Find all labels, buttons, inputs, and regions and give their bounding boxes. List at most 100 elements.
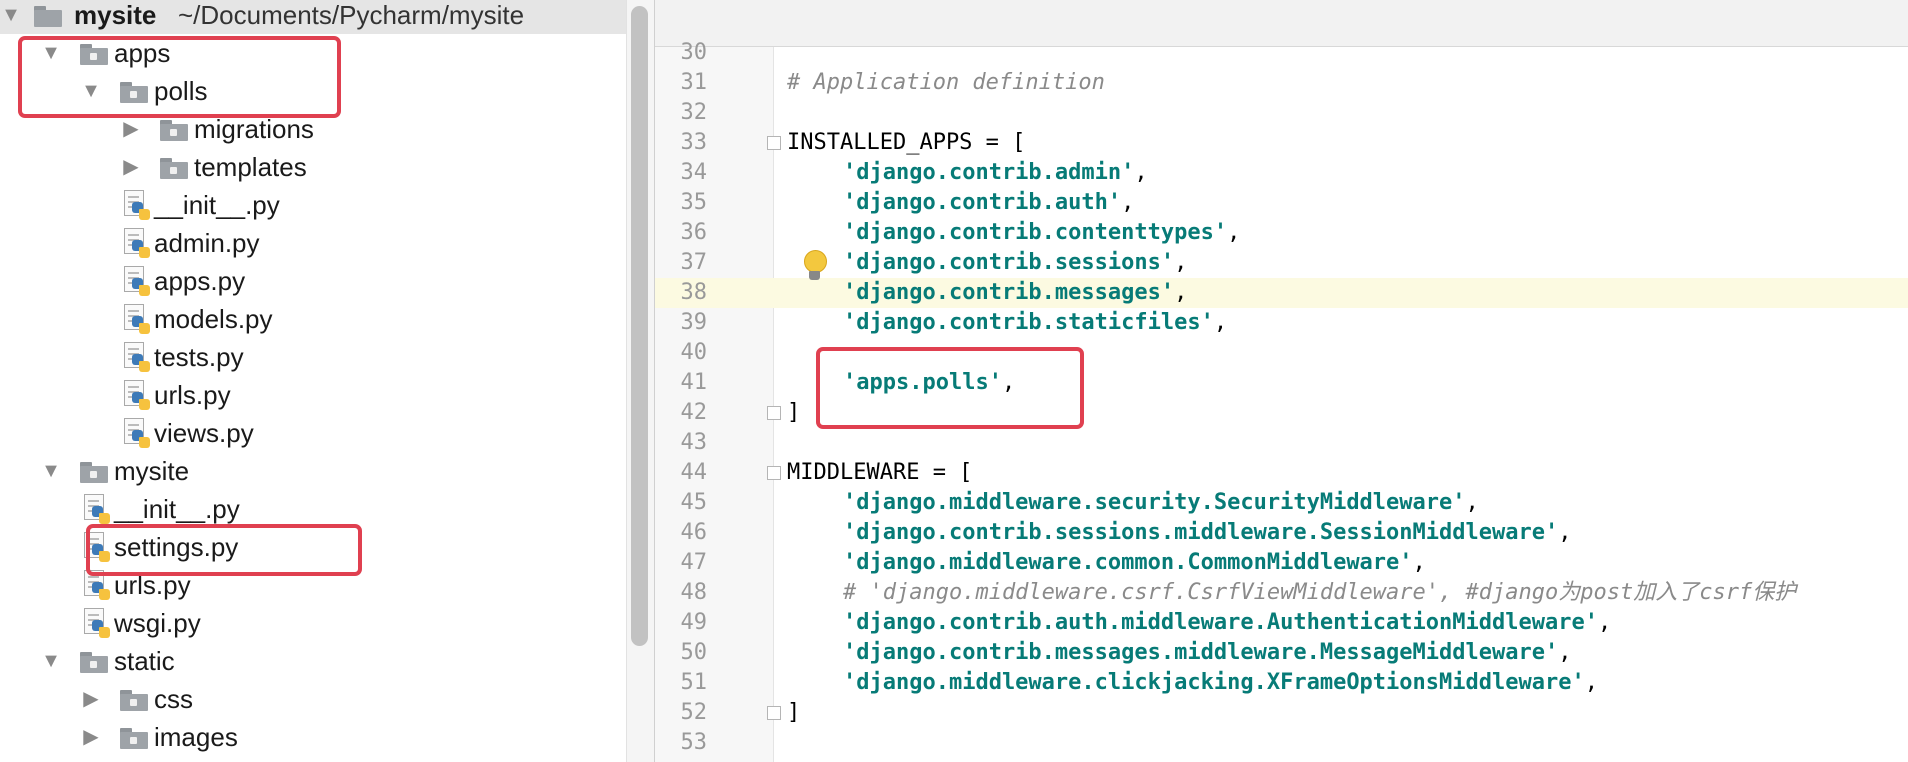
line-number: 30 — [680, 40, 708, 65]
line-number: 41 — [680, 370, 708, 395]
code-line: 43 — [655, 428, 1908, 458]
code-line: 38 'django.contrib.messages', — [655, 278, 1908, 308]
line-number: 52 — [680, 700, 708, 725]
line-number: 37 — [680, 250, 708, 275]
code-text: # Application definition — [787, 68, 1105, 98]
code-line: 30 — [655, 38, 1908, 68]
folder-icon — [160, 120, 188, 141]
tree-folder-item[interactable]: ▶ images — [0, 718, 626, 756]
tree-item-label: urls.py — [154, 380, 231, 410]
tree-file-item[interactable]: models.py — [0, 300, 626, 338]
line-number: 51 — [680, 670, 708, 695]
tree-item-label: static — [114, 646, 175, 676]
tree-file-item[interactable]: wsgi.py — [0, 604, 626, 642]
tree-file-item[interactable]: views.py — [0, 414, 626, 452]
code-token: 'django.contrib.contenttypes' — [843, 220, 1228, 245]
code-text: ] — [787, 398, 800, 428]
code-token: # Application definition — [787, 70, 1105, 95]
chevron-down-icon[interactable]: ▼ — [40, 452, 62, 490]
tree-folder-item[interactable]: ▶ templates — [0, 148, 626, 186]
tree-file-item[interactable]: tests.py — [0, 338, 626, 376]
code-token: ] — [787, 700, 801, 725]
code-line: 32 — [655, 98, 1908, 128]
code-editor[interactable]: 30 31 # Application definition 32 33 INSTALLE… — [654, 0, 1908, 762]
line-number: 31 — [680, 70, 708, 95]
code-text: 'django.contrib.contenttypes', — [843, 218, 1240, 248]
code-text: 'django.middleware.security.SecurityMidd… — [843, 488, 1479, 518]
folder-icon — [120, 728, 148, 749]
code-punctuation: , — [1412, 550, 1426, 575]
python-file-icon — [122, 190, 150, 220]
chevron-right-icon[interactable]: ▶ — [120, 148, 142, 186]
tree-item-label: apps.py — [154, 266, 246, 296]
code-punctuation: , — [1558, 640, 1572, 665]
code-text: 'django.contrib.auth', — [843, 188, 1134, 218]
fold-open-icon[interactable] — [767, 136, 781, 150]
code-punctuation: , — [1227, 220, 1241, 245]
tree-root-name: mysite — [74, 0, 157, 30]
code-text: 'django.contrib.auth.middleware.Authenti… — [843, 608, 1611, 638]
chevron-down-icon[interactable]: ▼ — [40, 642, 62, 680]
tree-scrollbar[interactable] — [626, 0, 655, 762]
code-token: ] — [787, 400, 801, 425]
highlight-box-settings — [86, 524, 362, 576]
code-text: 'django.contrib.messages.middleware.Mess… — [843, 638, 1572, 668]
tree-root[interactable]: ▼ mysite ~/Documents/Pycharm/mysite — [0, 0, 626, 34]
line-number: 45 — [680, 490, 708, 515]
code-line: 45 'django.middleware.security.SecurityMi… — [655, 488, 1908, 518]
code-text: 'django.middleware.common.CommonMiddlewa… — [843, 548, 1426, 578]
tree-file-item[interactable]: __init__.py — [0, 490, 626, 528]
line-number: 34 — [680, 160, 708, 185]
python-file-icon — [122, 380, 150, 410]
tree-file-item[interactable]: apps.py — [0, 262, 626, 300]
code-punctuation: , — [1174, 280, 1188, 305]
code-token: 'django.contrib.messages.middleware.Mess… — [843, 640, 1559, 665]
tree-item-label: wsgi.py — [114, 608, 201, 638]
line-number: 44 — [680, 460, 708, 485]
code-line: 48 # 'django.middleware.csrf.CsrfViewMidd… — [655, 578, 1908, 608]
scrollbar-thumb[interactable] — [631, 6, 648, 646]
code-token: 'django.middleware.security.SecurityMidd… — [843, 490, 1466, 515]
code-text: 'django.contrib.sessions', — [843, 248, 1187, 278]
code-punctuation: , — [1465, 490, 1479, 515]
tree-folder-item[interactable]: ▼ static — [0, 642, 626, 680]
code-text: ] — [787, 698, 800, 728]
tree-file-item[interactable]: admin.py — [0, 224, 626, 262]
line-number: 35 — [680, 190, 708, 215]
code-text: 'django.contrib.sessions.middleware.Sess… — [843, 518, 1572, 548]
chevron-right-icon[interactable]: ▶ — [80, 718, 102, 756]
tree-item-label: __init__.py — [154, 190, 280, 220]
highlight-box-apps-polls-setting — [816, 347, 1084, 429]
chevron-down-icon[interactable]: ▼ — [0, 0, 22, 34]
code-token: # 'django.middleware.csrf.CsrfViewMiddle… — [843, 580, 1797, 605]
tree-folder-item[interactable]: ▼ mysite — [0, 452, 626, 490]
code-text: INSTALLED_APPS = [ — [787, 128, 1025, 158]
tree-file-item[interactable]: urls.py — [0, 376, 626, 414]
code-line: 35 'django.contrib.auth', — [655, 188, 1908, 218]
folder-icon — [80, 462, 108, 483]
line-number: 43 — [680, 430, 708, 455]
fold-close-icon[interactable] — [767, 406, 781, 420]
line-number: 40 — [680, 340, 708, 365]
highlight-box-apps-polls — [18, 36, 341, 118]
tree-file-item[interactable]: __init__.py — [0, 186, 626, 224]
folder-icon — [160, 158, 188, 179]
code-line: 33 INSTALLED_APPS = [ — [655, 128, 1908, 158]
code-line: 46 'django.contrib.sessions.middleware.Se… — [655, 518, 1908, 548]
tree-folder-item[interactable]: ▶ css — [0, 680, 626, 718]
chevron-right-icon[interactable]: ▶ — [80, 680, 102, 718]
tree-item-label: images — [154, 722, 238, 752]
fold-close-icon[interactable] — [767, 706, 781, 720]
code-punctuation: , — [1121, 190, 1135, 215]
code-line: 47 'django.middleware.common.CommonMiddle… — [655, 548, 1908, 578]
lightbulb-icon[interactable] — [801, 250, 829, 286]
tree-item-label: models.py — [154, 304, 273, 334]
code-text: # 'django.middleware.csrf.CsrfViewMiddle… — [843, 578, 1796, 608]
line-number: 39 — [680, 310, 708, 335]
code-token: 'django.middleware.common.CommonMiddlewa… — [843, 550, 1413, 575]
fold-open-icon[interactable] — [767, 466, 781, 480]
code-line: 37 'django.contrib.sessions', — [655, 248, 1908, 278]
tree-item-label: admin.py — [154, 228, 260, 258]
code-token: INSTALLED_APPS = [ — [787, 130, 1026, 155]
line-number: 47 — [680, 550, 708, 575]
